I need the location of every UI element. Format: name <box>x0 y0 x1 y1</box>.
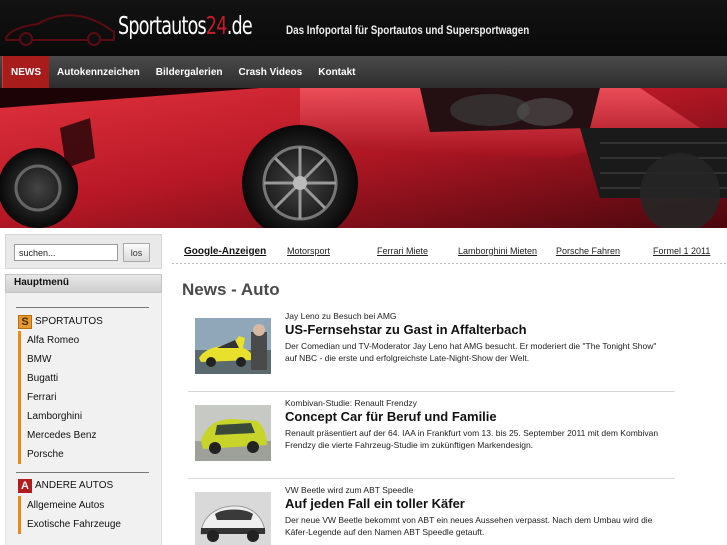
article-kicker: Kombivan-Studie: Renault Frendzy <box>285 398 417 408</box>
article-teaser: Der Comedian und TV-Moderator Jay Leno h… <box>285 341 657 363</box>
main-menu: S SPORTAUTOS Alfa Romeo BMW Bugatti Ferr… <box>5 293 162 545</box>
header-banner-image <box>0 88 727 228</box>
sidebar: los Hauptmenü S SPORTAUTOS Alfa Romeo BM… <box>5 234 162 545</box>
menu-category-label: SPORTAUTOS <box>35 316 103 327</box>
article-headline[interactable]: Auf jeden Fall ein toller Käfer <box>285 496 465 511</box>
news-article: VW Beetle wird zum ABT Speedle Auf jeden… <box>188 481 675 545</box>
sportautos-category-icon: S <box>18 314 32 329</box>
nav-item-bildergalerien[interactable]: Bildergalerien <box>148 56 231 88</box>
article-teaser: Renault präsentiert auf der 64. IAA in F… <box>285 428 659 450</box>
logo-main-text: Sportautos <box>118 11 207 40</box>
google-ads-label[interactable]: Google-Anzeigen <box>184 246 266 257</box>
article-kicker: VW Beetle wird zum ABT Speedle <box>285 485 414 495</box>
menu-item-ferrari[interactable]: Ferrari <box>18 388 161 407</box>
menu-item-bmw[interactable]: BMW <box>18 350 161 369</box>
car-silhouette-icon <box>5 14 115 46</box>
article-kicker: Jay Leno zu Besuch bei AMG <box>285 311 397 321</box>
menu-item-lamborghini[interactable]: Lamborghini <box>18 407 161 426</box>
search-box: los <box>5 234 162 269</box>
google-ads-bar: Google-Anzeigen Motorsport Ferrari Miete… <box>172 242 727 260</box>
article-thumbnail-amg[interactable] <box>195 318 271 374</box>
ad-link-ferrari-miete[interactable]: Ferrari Miete <box>377 246 428 256</box>
main-nav: NEWS Autokennzeichen Bildergalerien Cras… <box>0 56 727 88</box>
news-article: Kombivan-Studie: Renault Frendzy Concept… <box>188 394 675 480</box>
logo-number-text: 24 <box>205 11 228 40</box>
menu-item-porsche[interactable]: Porsche <box>18 445 161 464</box>
ads-divider <box>172 263 727 264</box>
nav-item-news[interactable]: NEWS <box>2 56 49 88</box>
article-divider <box>188 391 675 392</box>
article-headline[interactable]: US-Fernsehstar zu Gast in Affalterbach <box>285 322 527 337</box>
article-divider <box>188 478 675 479</box>
page-title: News - Auto <box>182 280 280 299</box>
menu-category-label: ANDERE AUTOS <box>35 480 114 491</box>
news-article: Jay Leno zu Besuch bei AMG US-Fernsehsta… <box>188 307 675 393</box>
main-menu-title: Hauptmenü <box>5 274 162 293</box>
search-button[interactable]: los <box>123 243 150 262</box>
site-logo[interactable]: Sportautos24.de <box>118 11 253 40</box>
menu-item-bugatti[interactable]: Bugatti <box>18 369 161 388</box>
menu-category-andere-autos: A ANDERE AUTOS <box>18 477 161 494</box>
ad-link-lamborghini-mieten[interactable]: Lamborghini Mieten <box>458 246 537 256</box>
menu-item-mercedes-benz[interactable]: Mercedes Benz <box>18 426 161 445</box>
menu-item-alfa-romeo[interactable]: Alfa Romeo <box>18 331 161 350</box>
article-headline[interactable]: Concept Car für Beruf und Familie <box>285 409 497 424</box>
site-header: Sportautos24.de Das Infoportal für Sport… <box>0 0 727 56</box>
nav-item-autokennzeichen[interactable]: Autokennzeichen <box>49 56 148 88</box>
menu-category-sportautos: S SPORTAUTOS <box>18 313 161 330</box>
article-thumbnail-renault[interactable] <box>195 405 271 461</box>
menu-item-allgemeine-autos[interactable]: Allgemeine Autos <box>18 496 161 515</box>
nav-item-crash-videos[interactable]: Crash Videos <box>231 56 311 88</box>
search-input[interactable] <box>14 244 118 261</box>
andere-autos-category-icon: A <box>18 478 32 493</box>
logo-tld-text: .de <box>226 11 253 40</box>
article-thumbnail-vw-beetle[interactable] <box>195 492 271 545</box>
ad-link-formel-1-2011[interactable]: Formel 1 2011 <box>653 246 710 256</box>
site-tagline: Das Infoportal für Sportautos und Supers… <box>286 23 530 37</box>
article-teaser: Der neue VW Beetle bekommt von ABT ein n… <box>285 515 653 537</box>
nav-item-kontakt[interactable]: Kontakt <box>310 56 363 88</box>
ad-link-motorsport[interactable]: Motorsport <box>287 246 330 256</box>
ad-link-porsche-fahren[interactable]: Porsche Fahren <box>556 246 620 256</box>
menu-item-exotische-fahrzeuge[interactable]: Exotische Fahrzeuge <box>18 515 161 534</box>
